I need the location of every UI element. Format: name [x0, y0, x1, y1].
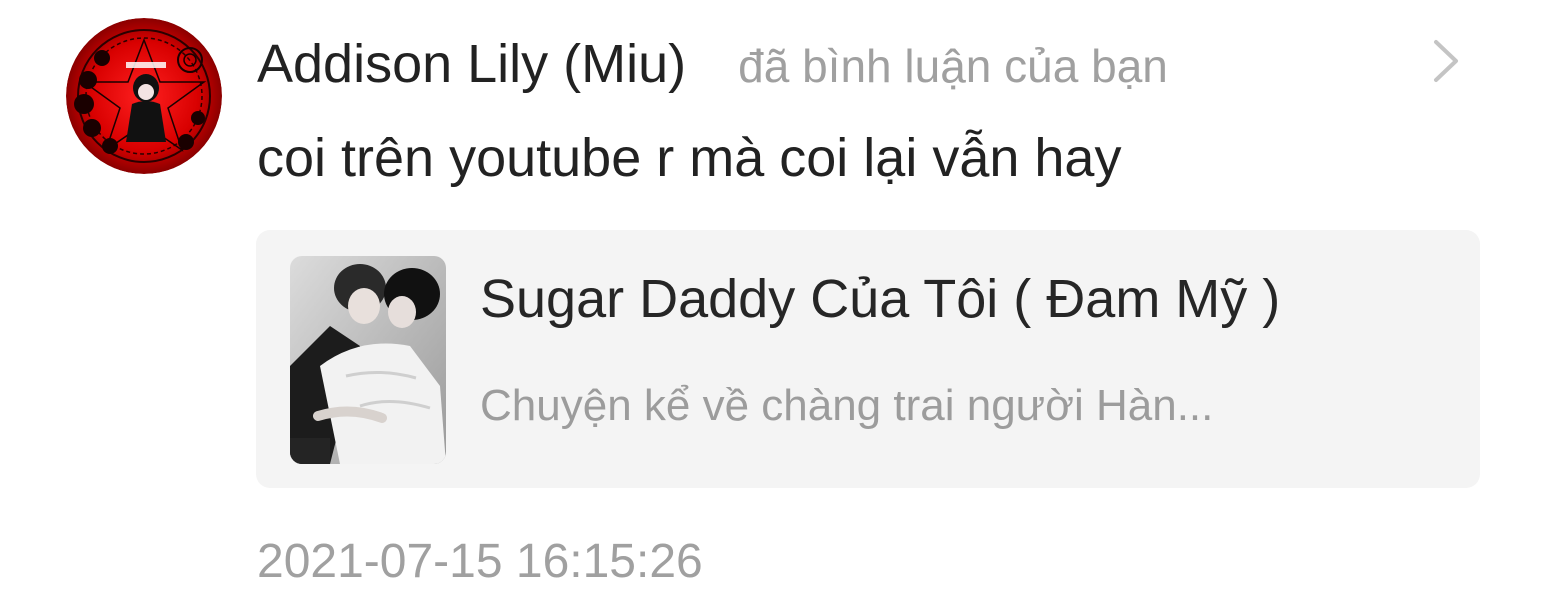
- action-text: đã bình luận của bạn: [738, 40, 1168, 92]
- chevron-right-icon[interactable]: [1428, 36, 1464, 86]
- comment-text: coi trên youtube r mà coi lại vẫn hay: [257, 128, 1122, 188]
- story-cover-image[interactable]: [290, 256, 446, 464]
- story-description: Chuyện kể về chàng trai người Hàn...: [480, 381, 1214, 430]
- story-card[interactable]: Sugar Daddy Của Tôi ( Đam Mỹ ) Chuyện kể…: [256, 230, 1480, 488]
- timestamp: 2021-07-15 16:15:26: [257, 535, 703, 588]
- user-name[interactable]: Addison Lily (Miu): [257, 28, 686, 100]
- user-avatar[interactable]: [66, 18, 222, 174]
- comment-notification[interactable]: Addison Lily (Miu) đã bình luận của bạn …: [0, 0, 1546, 600]
- notification-header: Addison Lily (Miu) đã bình luận của bạn: [257, 28, 1168, 100]
- story-title[interactable]: Sugar Daddy Của Tôi ( Đam Mỹ ): [480, 264, 1280, 334]
